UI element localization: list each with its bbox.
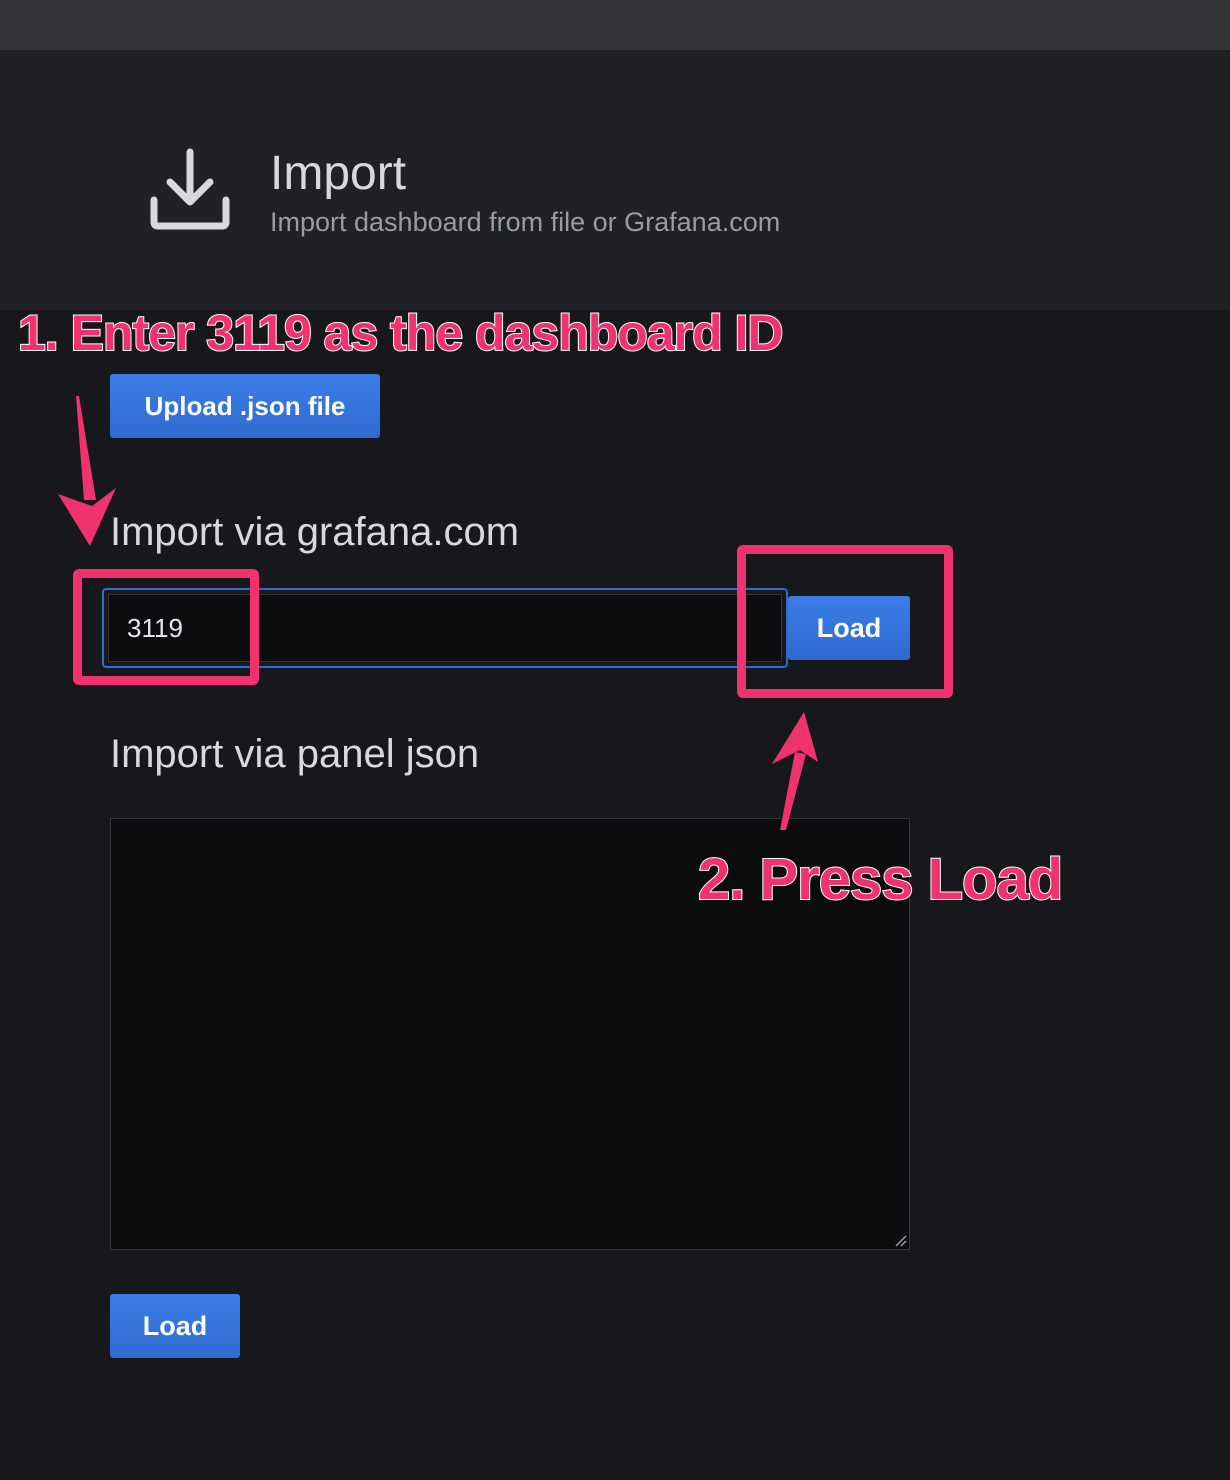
download-icon: [150, 148, 230, 230]
top-navbar: [0, 0, 1230, 50]
page-subtitle: Import dashboard from file or Grafana.co…: [270, 207, 781, 237]
annotation-arrow-down-icon: [58, 396, 116, 546]
annotation-box-input: [73, 569, 259, 685]
resize-handle-icon[interactable]: [893, 1233, 907, 1247]
annotation-arrow-up-icon: [772, 712, 818, 830]
grafana-com-section-title: Import via grafana.com: [110, 510, 520, 554]
annotation-step-1: 1. Enter 3119 as the dashboard ID: [17, 304, 785, 362]
page-title: Import: [270, 147, 407, 200]
panel-json-section-title: Import via panel json: [110, 732, 480, 776]
annotation-box-load: [737, 545, 953, 698]
annotation-step-2: 2. Press Load: [697, 846, 1064, 913]
import-page: Import Import dashboard from file or Gra…: [0, 0, 1230, 1480]
upload-json-button[interactable]: Upload .json file: [110, 374, 380, 438]
load-panel-json-button[interactable]: Load: [110, 1294, 240, 1358]
